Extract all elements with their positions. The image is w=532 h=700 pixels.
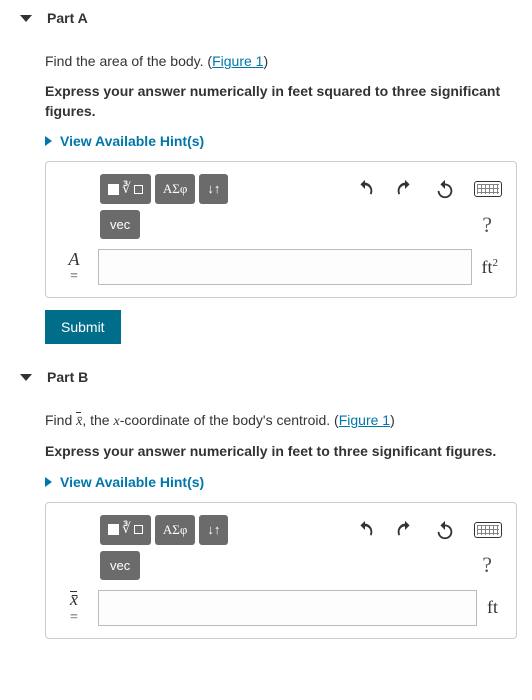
radical-icon: ∛ <box>122 521 131 538</box>
caret-right-icon <box>45 477 52 487</box>
question-suffix: ) <box>390 412 395 428</box>
help-button[interactable]: ? <box>482 212 502 238</box>
toolbar-second-row: vec ? <box>60 551 502 580</box>
unit-label: ft <box>487 597 502 618</box>
part-a-title: Part A <box>47 10 88 26</box>
answer-box-b: ∛ ΑΣφ ↓↑ vec ? x̄ <box>45 502 517 639</box>
question-mid2: -coordinate of the body's centroid. ( <box>120 412 339 428</box>
small-box-icon <box>134 525 143 534</box>
part-b-body: Find x̄, the x-coordinate of the body's … <box>15 410 517 639</box>
question-suffix: ) <box>263 53 268 69</box>
part-b: Part B Find x̄, the x-coordinate of the … <box>15 369 517 639</box>
equals-sign: = <box>60 269 88 284</box>
view-hints-toggle[interactable]: View Available Hint(s) <box>45 474 517 490</box>
part-a-instruction: Express your answer numerically in feet … <box>45 82 517 121</box>
hints-label: View Available Hint(s) <box>60 474 204 490</box>
vec-button[interactable]: vec <box>100 210 140 239</box>
toolbar-right <box>354 519 502 541</box>
part-a-header[interactable]: Part A <box>15 10 517 26</box>
part-b-header[interactable]: Part B <box>15 369 517 385</box>
template-button[interactable]: ∛ <box>100 174 151 204</box>
greek-button[interactable]: ΑΣφ <box>155 174 195 204</box>
submit-button[interactable]: Submit <box>45 310 121 344</box>
undo-icon[interactable] <box>354 178 376 200</box>
radical-icon: ∛ <box>122 181 131 198</box>
answer-box-a: ∛ ΑΣφ ↓↑ vec ? A <box>45 161 517 298</box>
keyboard-icon[interactable] <box>474 522 502 538</box>
variable-name: x̄ <box>70 590 78 610</box>
toolbar-left: ∛ ΑΣφ ↓↑ <box>100 174 228 204</box>
square-icon <box>108 524 119 535</box>
variable-label: x̄ = <box>60 590 88 625</box>
question-prefix: Find the area of the body. ( <box>45 53 212 69</box>
xbar-var: x̄ <box>76 411 82 432</box>
figure-link[interactable]: Figure 1 <box>339 412 390 428</box>
caret-down-icon <box>20 15 32 22</box>
unit-label: ft2 <box>482 257 503 278</box>
question-mid: , the <box>82 412 113 428</box>
part-b-question: Find x̄, the x-coordinate of the body's … <box>45 410 517 432</box>
redo-icon[interactable] <box>394 519 416 541</box>
vec-button[interactable]: vec <box>100 551 140 580</box>
redo-icon[interactable] <box>394 178 416 200</box>
figure-link[interactable]: Figure 1 <box>212 53 263 69</box>
hints-label: View Available Hint(s) <box>60 133 204 149</box>
square-icon <box>108 184 119 195</box>
variable-name: A <box>60 250 88 270</box>
equals-sign: = <box>60 610 88 625</box>
toolbar-left: ∛ ΑΣφ ↓↑ <box>100 515 228 545</box>
caret-right-icon <box>45 136 52 146</box>
part-b-instruction: Express your answer numerically in feet … <box>45 442 517 462</box>
view-hints-toggle[interactable]: View Available Hint(s) <box>45 133 517 149</box>
arrows-button[interactable]: ↓↑ <box>199 515 228 545</box>
keyboard-icon[interactable] <box>474 181 502 197</box>
answer-input[interactable] <box>98 249 472 285</box>
part-a: Part A Find the area of the body. (Figur… <box>15 10 517 344</box>
small-box-icon <box>134 185 143 194</box>
question-prefix: Find <box>45 412 76 428</box>
arrows-button[interactable]: ↓↑ <box>199 174 228 204</box>
reset-icon[interactable] <box>434 519 456 541</box>
answer-input[interactable] <box>98 590 477 626</box>
input-row: x̄ = ft <box>60 590 502 626</box>
greek-button[interactable]: ΑΣφ <box>155 515 195 545</box>
variable-label: A = <box>60 250 88 285</box>
undo-icon[interactable] <box>354 519 376 541</box>
toolbar-right <box>354 178 502 200</box>
caret-down-icon <box>20 374 32 381</box>
toolbar: ∛ ΑΣφ ↓↑ <box>60 174 502 204</box>
help-button[interactable]: ? <box>482 552 502 578</box>
toolbar-second-row: vec ? <box>60 210 502 239</box>
template-button[interactable]: ∛ <box>100 515 151 545</box>
part-a-body: Find the area of the body. (Figure 1) Ex… <box>15 51 517 344</box>
reset-icon[interactable] <box>434 178 456 200</box>
input-row: A = ft2 <box>60 249 502 285</box>
part-a-question: Find the area of the body. (Figure 1) <box>45 51 517 72</box>
part-b-title: Part B <box>47 369 88 385</box>
toolbar: ∛ ΑΣφ ↓↑ <box>60 515 502 545</box>
